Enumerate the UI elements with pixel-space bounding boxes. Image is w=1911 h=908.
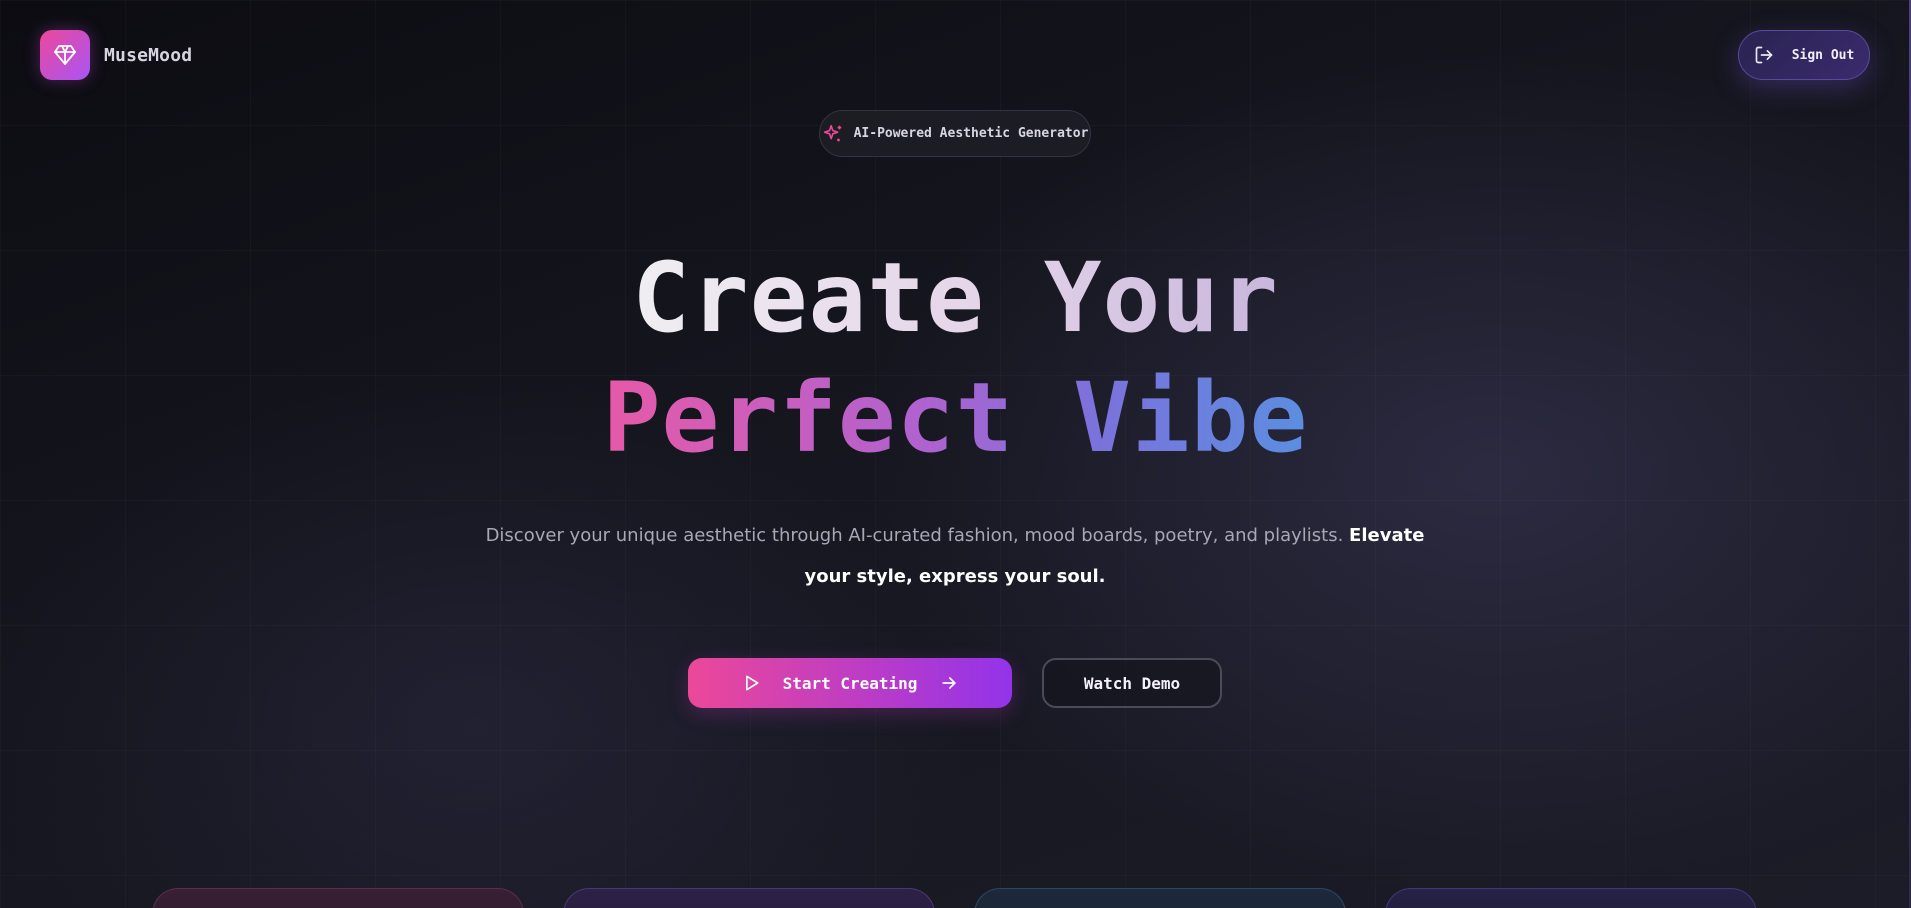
log-out-icon (1755, 46, 1773, 64)
feature-card[interactable] (1385, 888, 1757, 908)
hero-title-text-1: Create Your (632, 242, 1279, 354)
feature-card[interactable] (563, 888, 935, 908)
brand-name: MuseMood (104, 44, 193, 66)
hero-title-line-2: Perfect Vibe (0, 358, 1911, 478)
brand-logo-link[interactable]: MuseMood (40, 30, 192, 80)
logo-badge (40, 30, 90, 80)
hero-description-text: Discover your unique aesthetic through A… (485, 525, 1344, 546)
hero-title-text-2: Perfect Vibe (602, 362, 1309, 474)
ai-badge-label: AI-Powered Aesthetic Generator (853, 126, 1089, 141)
arrow-right-icon (942, 677, 957, 689)
play-icon (745, 675, 759, 691)
sparkles-icon (823, 124, 841, 141)
sign-out-button[interactable]: Sign Out (1738, 30, 1870, 80)
start-creating-button[interactable]: Start Creating (688, 658, 1012, 708)
watch-demo-label: Watch Demo (1083, 673, 1181, 693)
start-creating-label: Start Creating (782, 673, 918, 693)
page: MuseMood Sign Out AI-Powered Aesthetic G… (0, 0, 1911, 908)
sign-out-label: Sign Out (1791, 47, 1855, 63)
hero-description: Discover your unique aesthetic through A… (460, 515, 1450, 597)
hero-title-line-1: Create Your (0, 238, 1911, 358)
feature-card[interactable] (152, 888, 524, 908)
watch-demo-button[interactable]: Watch Demo (1042, 658, 1222, 708)
ai-powered-badge: AI-Powered Aesthetic Generator (819, 110, 1091, 157)
feature-card[interactable] (974, 888, 1346, 908)
diamond-icon (54, 45, 76, 65)
